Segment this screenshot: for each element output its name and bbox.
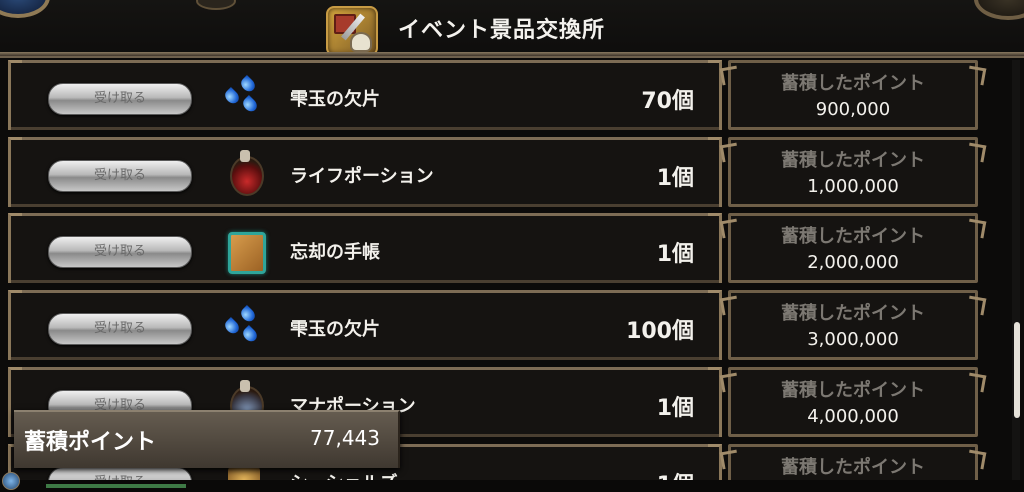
item-quantity: 70個 xyxy=(641,89,694,114)
points-value: 2,000,000 xyxy=(807,252,899,273)
points-label: 蓄積したポイント xyxy=(781,303,925,324)
points-requirement-panel: 蓄積したポイント 3,000,000 xyxy=(728,290,978,360)
total-points-panel: 蓄積ポイント 77,443 xyxy=(14,410,400,468)
points-label: 蓄積したポイント xyxy=(781,457,925,478)
item-name: ライフポーション xyxy=(290,166,434,187)
status-gauge xyxy=(46,484,186,488)
claim-button[interactable]: 受け取る xyxy=(48,83,192,115)
water-drops-icon xyxy=(222,74,262,117)
scrollbar-track[interactable] xyxy=(1012,60,1020,492)
item-quantity: 1個 xyxy=(656,166,694,191)
claim-button[interactable]: 受け取る xyxy=(48,313,192,345)
water-drops-icon xyxy=(222,304,262,347)
claim-button[interactable]: 受け取る xyxy=(48,236,192,268)
item-quantity: 100個 xyxy=(626,319,694,344)
header-bar: イベント景品交換所 xyxy=(0,0,1024,58)
points-requirement-panel: 蓄積したポイント 900,000 xyxy=(728,60,978,130)
points-requirement-panel: 蓄積したポイント 1,000,000 xyxy=(728,137,978,207)
red-potion-icon xyxy=(224,150,264,196)
points-label: 蓄積したポイント xyxy=(781,226,925,247)
points-label: 蓄積したポイント xyxy=(781,73,925,94)
points-value: 900,000 xyxy=(815,99,891,120)
item-name: 雫玉の欠片 xyxy=(290,89,380,110)
item-quantity: 1個 xyxy=(656,396,694,421)
points-value: 3,000,000 xyxy=(807,329,899,350)
page-title: イベント景品交換所 xyxy=(398,18,606,43)
cup-icon xyxy=(350,32,372,52)
points-label: 蓄積したポイント xyxy=(781,380,925,401)
points-value: 4,000,000 xyxy=(807,406,899,427)
points-requirement-panel: 蓄積したポイント 4,000,000 xyxy=(728,367,978,437)
item-quantity: 1個 xyxy=(656,242,694,267)
points-requirement-panel: 蓄積したポイント 2,000,000 xyxy=(728,213,978,283)
reward-row: 受け取る 雫玉の欠片 100個 xyxy=(8,290,722,360)
corner-orb-icon xyxy=(974,0,1024,20)
reward-row: 受け取る 雫玉の欠片 70個 xyxy=(8,60,722,130)
header-ornament-icon xyxy=(196,0,236,10)
points-value: 1,000,000 xyxy=(807,176,899,197)
claim-button[interactable]: 受け取る xyxy=(48,160,192,192)
reward-row: 受け取る ライフポーション 1個 xyxy=(8,137,722,207)
reward-row: 受け取る 忘却の手帳 1個 xyxy=(8,213,722,283)
corner-orb-icon xyxy=(0,0,50,18)
item-name: 雫玉の欠片 xyxy=(290,319,380,340)
item-name: 忘却の手帳 xyxy=(290,242,380,263)
book-icon xyxy=(224,230,266,274)
header-divider xyxy=(0,52,1024,56)
total-points-value: 77,443 xyxy=(310,426,380,450)
points-label: 蓄積したポイント xyxy=(781,150,925,171)
total-points-label: 蓄積ポイント xyxy=(24,430,157,455)
status-orb-icon xyxy=(2,472,20,490)
treasure-sword-icon xyxy=(326,6,378,56)
scrollbar-thumb[interactable] xyxy=(1014,322,1020,418)
